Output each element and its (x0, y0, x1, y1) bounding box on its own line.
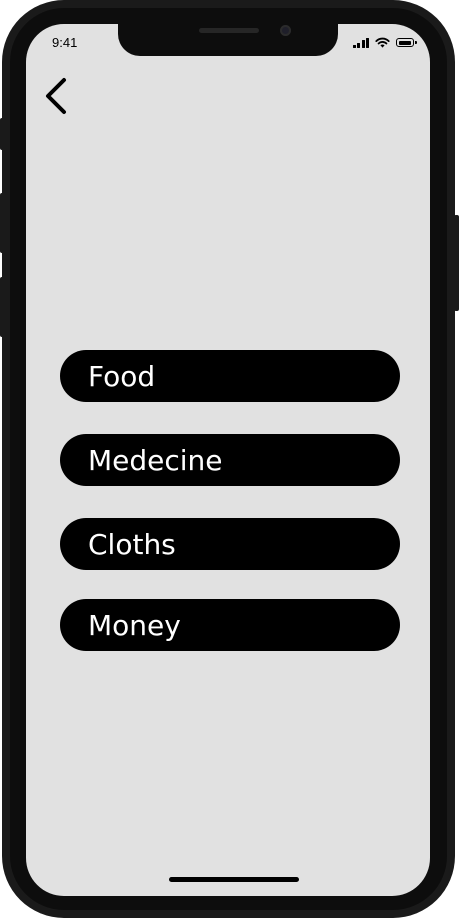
battery-icon (396, 38, 417, 47)
chevron-left-icon (46, 78, 66, 114)
food-button[interactable]: Food (60, 350, 400, 402)
back-button[interactable] (40, 74, 74, 118)
status-time: 9:41 (52, 35, 78, 50)
front-camera (280, 25, 291, 36)
phone-screen: 9:41 Food Medecine Cloths Money (26, 24, 430, 896)
cellular-signal-icon (352, 37, 369, 48)
category-menu: Food Medecine Cloths Money (60, 350, 400, 683)
home-indicator[interactable] (169, 877, 299, 882)
speaker-grille (199, 28, 259, 33)
status-icons (352, 37, 417, 48)
money-button[interactable]: Money (60, 599, 400, 651)
notch (118, 24, 338, 56)
wifi-icon (375, 37, 390, 48)
cloths-button[interactable]: Cloths (60, 518, 400, 570)
medecine-button[interactable]: Medecine (60, 434, 400, 486)
